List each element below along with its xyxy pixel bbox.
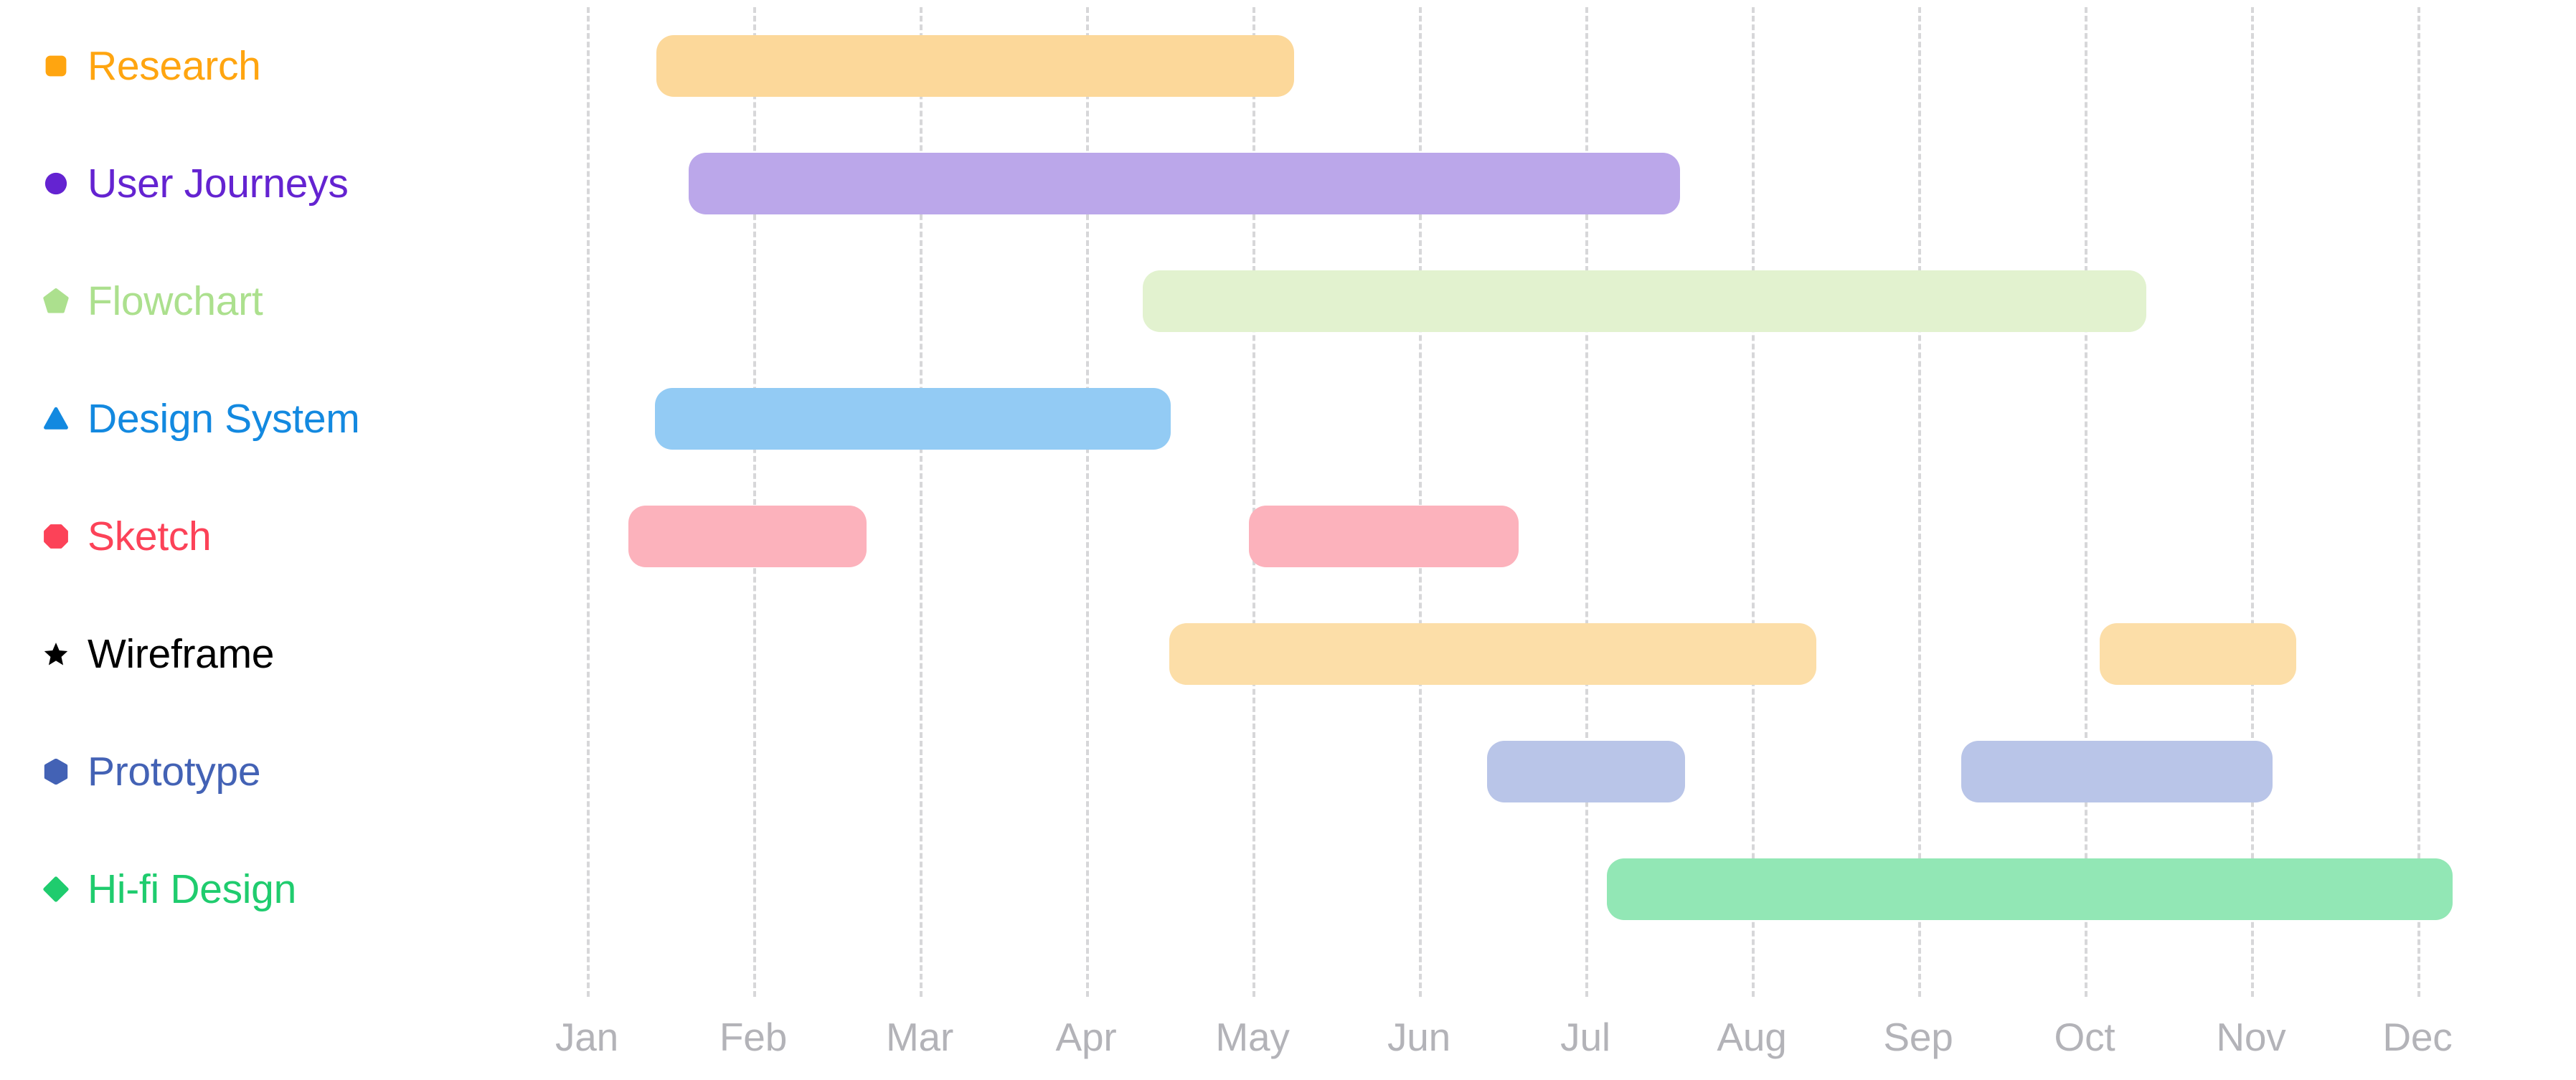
row-label-text: Hi-fi Design <box>88 866 296 912</box>
month-tick-sep: Sep <box>1883 1015 1953 1059</box>
gantt-bar[interactable] <box>688 153 1681 214</box>
month-tick-jun: Jun <box>1387 1015 1451 1059</box>
month-tick-apr: Apr <box>1055 1015 1117 1059</box>
row-label-wireframe[interactable]: Wireframe <box>43 595 274 713</box>
row-label-text: Flowchart <box>88 278 263 324</box>
month-tick-may: May <box>1215 1015 1290 1059</box>
month-axis: Jan Feb Mar Apr May Jun Jul Aug Sep Oct Nov Dec <box>0 997 2576 1080</box>
gantt-chart: Research User Journeys Flowchart Design Sys… <box>0 0 2576 1080</box>
pentagon-marker <box>43 288 69 314</box>
row-label-hi-fi-design[interactable]: Hi-fi Design <box>43 830 296 948</box>
row-label-text: Design System <box>88 395 360 442</box>
rounded-square-marker <box>43 53 69 79</box>
month-tick-feb: Feb <box>719 1015 788 1059</box>
circle-marker <box>43 171 69 196</box>
gantt-row[interactable]: Research <box>0 7 2576 125</box>
gantt-bar[interactable] <box>628 506 867 567</box>
row-label-text: Prototype <box>88 748 261 795</box>
gantt-row[interactable]: Sketch <box>0 478 2576 595</box>
gantt-bar[interactable] <box>1607 858 2453 920</box>
star-marker <box>43 641 69 667</box>
row-label-text: User Journeys <box>88 160 349 207</box>
gantt-row[interactable]: User Journeys <box>0 125 2576 242</box>
row-label-research[interactable]: Research <box>43 7 261 125</box>
gantt-rows-layer: Research User Journeys Flowchart Design Sys… <box>0 0 2576 997</box>
row-label-text: Wireframe <box>88 630 275 677</box>
gantt-row[interactable]: Prototype <box>0 713 2576 830</box>
gantt-bar[interactable] <box>1961 741 2273 802</box>
gantt-bar[interactable] <box>1249 506 1519 567</box>
month-tick-dec: Dec <box>2382 1015 2453 1059</box>
row-label-text: Research <box>88 42 261 89</box>
row-label-text: Sketch <box>88 513 212 559</box>
row-label-sketch[interactable]: Sketch <box>43 478 212 595</box>
gantt-row[interactable]: Wireframe <box>0 595 2576 713</box>
row-label-prototype[interactable]: Prototype <box>43 713 261 830</box>
row-label-design-system[interactable]: Design System <box>43 360 360 478</box>
gantt-bar[interactable] <box>1169 623 1817 685</box>
gantt-bar[interactable] <box>655 388 1171 450</box>
hexagon-marker <box>43 758 69 785</box>
diamond-marker <box>43 876 69 902</box>
month-tick-oct: Oct <box>2054 1015 2115 1059</box>
gantt-row[interactable]: Design System <box>0 360 2576 478</box>
month-tick-mar: Mar <box>885 1015 954 1059</box>
triangle-marker <box>43 406 69 432</box>
row-label-user-journeys[interactable]: User Journeys <box>43 125 349 242</box>
gantt-row[interactable]: Hi-fi Design <box>0 830 2576 948</box>
month-tick-nov: Nov <box>2216 1015 2286 1059</box>
gantt-bar[interactable] <box>2099 623 2296 685</box>
month-tick-jul: Jul <box>1560 1015 1610 1059</box>
gantt-bar[interactable] <box>1142 270 2146 332</box>
octagon-marker <box>43 524 69 549</box>
gantt-bar[interactable] <box>1487 741 1686 802</box>
gantt-bar[interactable] <box>656 35 1294 97</box>
gantt-row[interactable]: Flowchart <box>0 242 2576 360</box>
month-tick-aug: Aug <box>1717 1015 1787 1059</box>
row-label-flowchart[interactable]: Flowchart <box>43 242 263 360</box>
month-tick-jan: Jan <box>555 1015 619 1059</box>
